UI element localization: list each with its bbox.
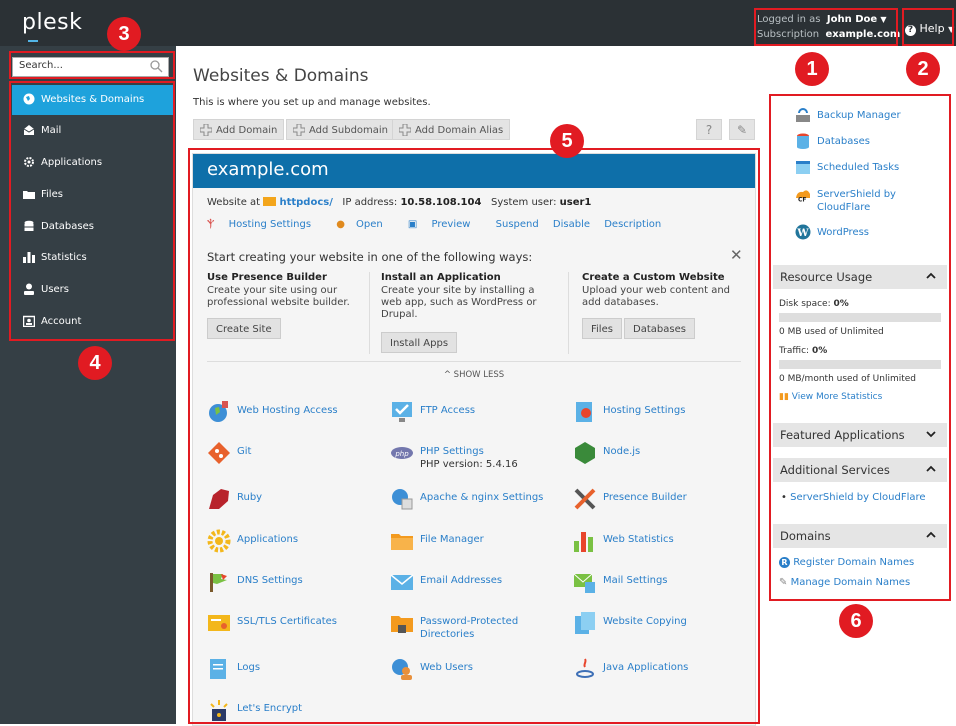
logo-text: plesk xyxy=(22,10,83,35)
annotation-badge: 1 xyxy=(795,52,829,86)
annotation-box-search xyxy=(9,51,175,79)
add-domain-alias-label: Add Domain Alias xyxy=(415,125,504,136)
add-domain-button[interactable]: Add Domain xyxy=(193,119,285,140)
annotation-box-account xyxy=(754,8,898,46)
plus-icon xyxy=(200,124,212,136)
add-subdomain-label: Add Subdomain xyxy=(309,125,389,136)
annotation-box-right-panel xyxy=(769,94,951,601)
annotation-badge: 4 xyxy=(78,346,112,380)
annotation-box-navigation xyxy=(9,81,175,341)
help-question-icon[interactable]: ? xyxy=(696,119,722,140)
add-domain-alias-button[interactable]: Add Domain Alias xyxy=(392,119,511,140)
annotation-badge: 2 xyxy=(906,52,940,86)
page-title: Websites & Domains xyxy=(193,66,369,86)
annotation-badge: 5 xyxy=(550,124,584,158)
wrench-icon[interactable]: ✎ xyxy=(729,119,755,140)
annotation-badge: 3 xyxy=(107,17,141,51)
plesk-logo[interactable]: plesk xyxy=(22,10,83,42)
plus-icon xyxy=(399,124,411,136)
annotation-box-help xyxy=(902,8,954,46)
plus-icon xyxy=(293,124,305,136)
add-subdomain-button[interactable]: Add Subdomain xyxy=(286,119,396,140)
annotation-box-domain-card xyxy=(188,148,760,724)
page-subtitle: This is where you set up and manage webs… xyxy=(193,97,431,108)
annotation-badge: 6 xyxy=(839,604,873,638)
add-domain-label: Add Domain xyxy=(216,125,278,136)
